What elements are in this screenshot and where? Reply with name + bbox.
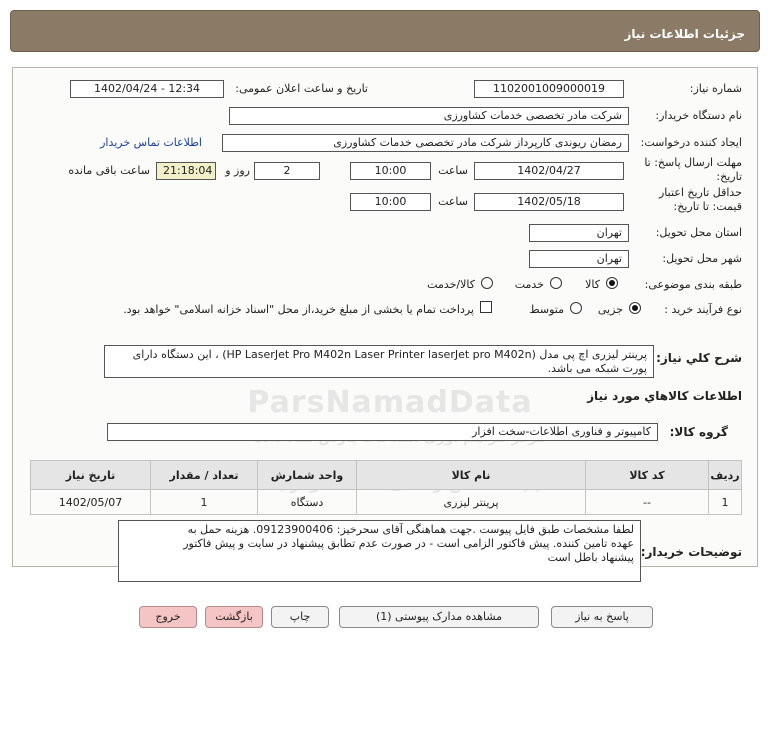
treasury-payment-checkbox[interactable] (480, 301, 492, 313)
cell-code: -- (585, 489, 709, 515)
goods-section-title: اطلاعات کالاهاي مورد نياز (587, 389, 742, 403)
reply-button[interactable]: پاسخ به نیاز (551, 606, 653, 628)
requester-field: رمضان ریوندی کارپرداز شرکت مادر تخصصی خد… (222, 134, 629, 152)
city-label: شهر محل تحویل: (662, 252, 742, 265)
col-name: نام کالا (356, 460, 586, 490)
col-date: تاریخ نیاز (30, 460, 151, 490)
category-label: طبقه بندی موضوعی: (644, 278, 742, 291)
col-row: ردیف (708, 460, 742, 490)
category-option-goods: کالا (585, 278, 600, 291)
buyer-org-field: شرکت مادر تخصصی خدمات کشاورزی (229, 107, 629, 125)
description-label: شرح کلي نياز: (656, 351, 742, 365)
buyer-contact-link[interactable]: اطلاعات تماس خریدار (100, 136, 202, 149)
buyer-notes-label: توضیحات خریدار: (640, 545, 742, 559)
need-number-field: 1102001009000019 (474, 80, 624, 98)
remaining-label: ساعت باقی مانده (68, 164, 150, 177)
city-field: تهران (529, 250, 629, 268)
deadline-time-field: 10:00 (350, 162, 431, 180)
process-option-minor: جزیی (597, 303, 623, 316)
cell-date: 1402/05/07 (30, 489, 151, 515)
requester-label: ایجاد کننده درخواست: (640, 136, 742, 149)
goods-group-label: گروه کالا: (669, 425, 728, 439)
process-radio-medium[interactable] (570, 302, 582, 314)
validity-date-field: 1402/05/18 (474, 193, 624, 211)
goods-table-header: ردیف کد کالا نام کالا واحد شمارش تعداد /… (30, 460, 742, 490)
buyer-org-label: نام دستگاه خریدار: (655, 109, 742, 122)
col-unit: واحد شمارش (257, 460, 357, 490)
col-qty: تعداد / مقدار (150, 460, 258, 490)
cell-qty: 1 (150, 489, 258, 515)
buyer-notes-line-3: پیشنهاد باطل است (547, 551, 634, 564)
treasury-payment-note: پرداخت تمام یا بخشی از مبلغ خرید،از محل … (123, 303, 474, 316)
category-option-both: کالا/خدمت (427, 278, 475, 291)
category-radio-both[interactable] (481, 277, 493, 289)
validity-time-label: ساعت (438, 195, 468, 208)
description-text: پرینتر لیزری اچ پی مدل (HP LaserJet Pro … (104, 345, 654, 378)
cell-name: پرینتر لیزری (356, 489, 586, 515)
buyer-notes-line-1: لطفا مشخصات طبق فایل پیوست .جهت هماهنگی … (187, 523, 634, 536)
process-label: نوع فرآیند خرید : (664, 303, 742, 316)
validity-time-field: 10:00 (350, 193, 431, 211)
exit-button[interactable]: خروج (139, 606, 197, 628)
days-field: 2 (254, 162, 320, 180)
page-title: جزئیات اطلاعات نیاز (624, 27, 745, 41)
col-code: کد کالا (585, 460, 709, 490)
category-option-service: خدمت (514, 278, 544, 291)
deadline-label: مهلت ارسال پاسخ: تا تاریخ: (644, 156, 742, 183)
province-label: استان محل تحویل: (655, 226, 742, 239)
announce-label: تاریخ و ساعت اعلان عمومی: (235, 82, 368, 95)
buyer-notes-line-2: عهده تامین کننده. پیش فاکتور الزامی است … (183, 537, 634, 550)
validity-label: حداقل تاریخ اعتبار قیمت: تا تاریخ: (658, 186, 742, 213)
category-radio-service[interactable] (550, 277, 562, 289)
process-option-medium: متوسط (529, 303, 564, 316)
process-radio-minor[interactable] (629, 302, 641, 314)
days-label: روز و (225, 164, 250, 177)
print-button[interactable]: چاپ (271, 606, 329, 628)
province-field: تهران (529, 224, 629, 242)
goods-group-field: کامپیوتر و فناوری اطلاعات-سخت افزار (107, 423, 658, 441)
goods-table: ردیف کد کالا نام کالا واحد شمارش تعداد /… (30, 460, 742, 515)
cell-unit: دستگاه (257, 489, 357, 515)
watermark: ParsNamadData (247, 385, 533, 420)
category-radio-goods[interactable] (606, 277, 618, 289)
announce-field: 1402/04/24 - 12:34 (70, 80, 224, 98)
table-row: 1 -- پرینتر لیزری دستگاه 1 1402/05/07 (30, 489, 742, 515)
description-line-2: پورت شبکه می باشد. (547, 362, 647, 375)
description-line-1: پرینتر لیزری اچ پی مدل (HP LaserJet Pro … (132, 348, 647, 361)
page-header: جزئیات اطلاعات نیاز (10, 10, 760, 52)
cell-row: 1 (708, 489, 742, 515)
deadline-time-label: ساعت (438, 164, 468, 177)
buyer-notes-text: لطفا مشخصات طبق فایل پیوست .جهت هماهنگی … (118, 520, 641, 582)
deadline-date-field: 1402/04/27 (474, 162, 624, 180)
remaining-time-field: 21:18:04 (156, 162, 216, 180)
back-button[interactable]: بازگشت (205, 606, 263, 628)
need-number-label: شماره نیاز: (689, 82, 742, 95)
attachments-button[interactable]: مشاهده مدارک پیوستی (1) (339, 606, 539, 628)
